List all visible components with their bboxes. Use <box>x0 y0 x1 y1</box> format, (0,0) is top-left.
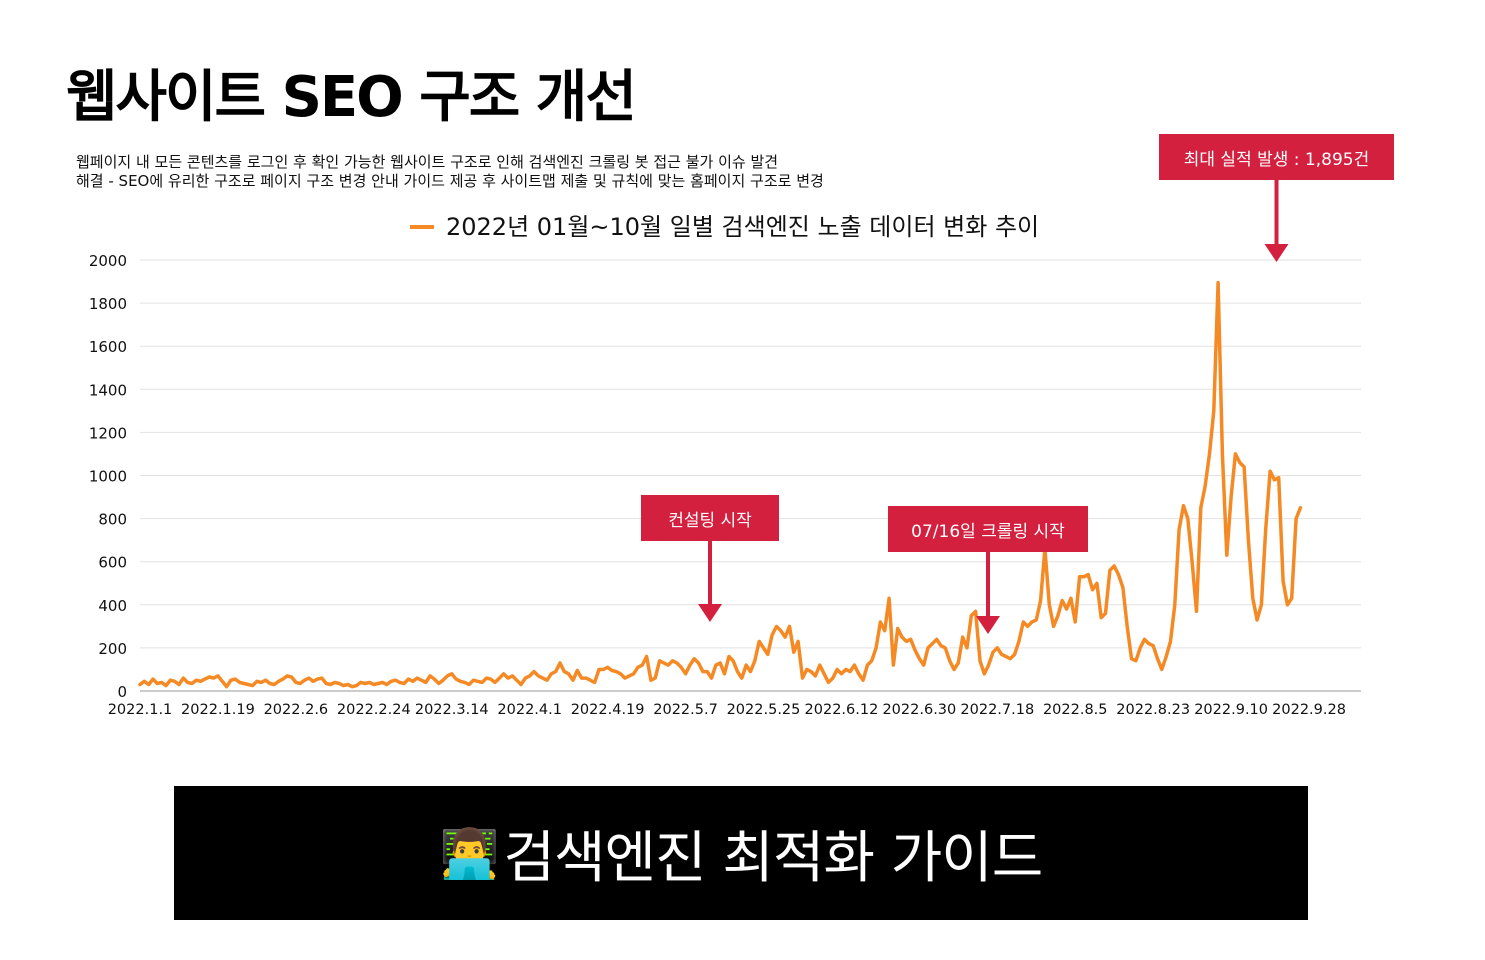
x-axis: 2022.1.1 2022.1.19 2022.2.6 2022.2.24 2022.3… <box>108 702 1346 718</box>
consulting-start-callout: 컨설팅 시작 <box>641 495 779 541</box>
banner-title: 검색엔진 최적화 가이드 <box>503 825 1043 891</box>
crawling-start-callout: 07/16일 크롤링 시작 <box>888 506 1088 552</box>
y-tick-label: 800 <box>98 511 127 529</box>
y-axis: 0 200 400 600 800 1000 1200 1400 1600 1800 2000 <box>89 252 127 701</box>
chart-grid <box>140 259 1361 692</box>
x-tick-label: 2022.1.19 <box>181 702 255 718</box>
y-tick-label: 1800 <box>89 295 127 313</box>
x-tick-label: 2022.6.12 <box>805 702 879 718</box>
series-group <box>138 280 1303 689</box>
y-tick-label: 1600 <box>89 338 127 356</box>
x-tick-label: 2022.5.25 <box>727 702 801 718</box>
y-tick-label: 600 <box>98 554 127 572</box>
x-tick-label: 2022.7.18 <box>960 702 1034 718</box>
annotation-arrow-head <box>1264 244 1289 262</box>
x-tick-label: 2022.4.1 <box>497 702 562 718</box>
y-tick-label: 400 <box>98 597 127 615</box>
y-tick-label: 1400 <box>89 381 127 399</box>
x-tick-label: 2022.8.23 <box>1116 702 1190 718</box>
x-tick-label: 2022.9.28 <box>1272 702 1346 718</box>
y-tick-label: 0 <box>117 683 127 701</box>
annotation-arrow-head <box>698 604 722 622</box>
technologist-icon: 👨‍💻 <box>439 825 500 882</box>
peak-performance-callout: 최대 실적 발생 : 1,895건 <box>1159 134 1394 180</box>
x-tick-label: 2022.2.24 <box>337 702 411 718</box>
legend-label: 2022년 01월~10월 일별 검색엔진 노출 데이터 변화 추이 <box>446 213 1039 241</box>
y-tick-label: 200 <box>98 640 127 658</box>
x-tick-label: 2022.6.30 <box>882 702 956 718</box>
series-line <box>138 280 1303 689</box>
x-tick-label: 2022.5.7 <box>653 702 718 718</box>
x-tick-label: 2022.1.1 <box>108 702 173 718</box>
x-tick-label: 2022.2.6 <box>264 702 329 718</box>
line-chart: 2022년 01월~10월 일별 검색엔진 노출 데이터 변화 추이 0 200 4… <box>89 180 1361 718</box>
annotation-arrow-head <box>976 616 1000 634</box>
chart-legend: 2022년 01월~10월 일별 검색엔진 노출 데이터 변화 추이 <box>410 213 1039 241</box>
x-tick-label: 2022.3.14 <box>415 702 489 718</box>
x-tick-label: 2022.9.10 <box>1194 702 1268 718</box>
guide-banner: 👨‍💻 검색엔진 최적화 가이드 <box>174 786 1308 920</box>
x-tick-label: 2022.4.19 <box>571 702 645 718</box>
x-tick-label: 2022.8.5 <box>1043 702 1108 718</box>
y-tick-label: 1000 <box>89 468 127 486</box>
y-tick-label: 2000 <box>89 252 127 270</box>
y-tick-label: 1200 <box>89 424 127 442</box>
